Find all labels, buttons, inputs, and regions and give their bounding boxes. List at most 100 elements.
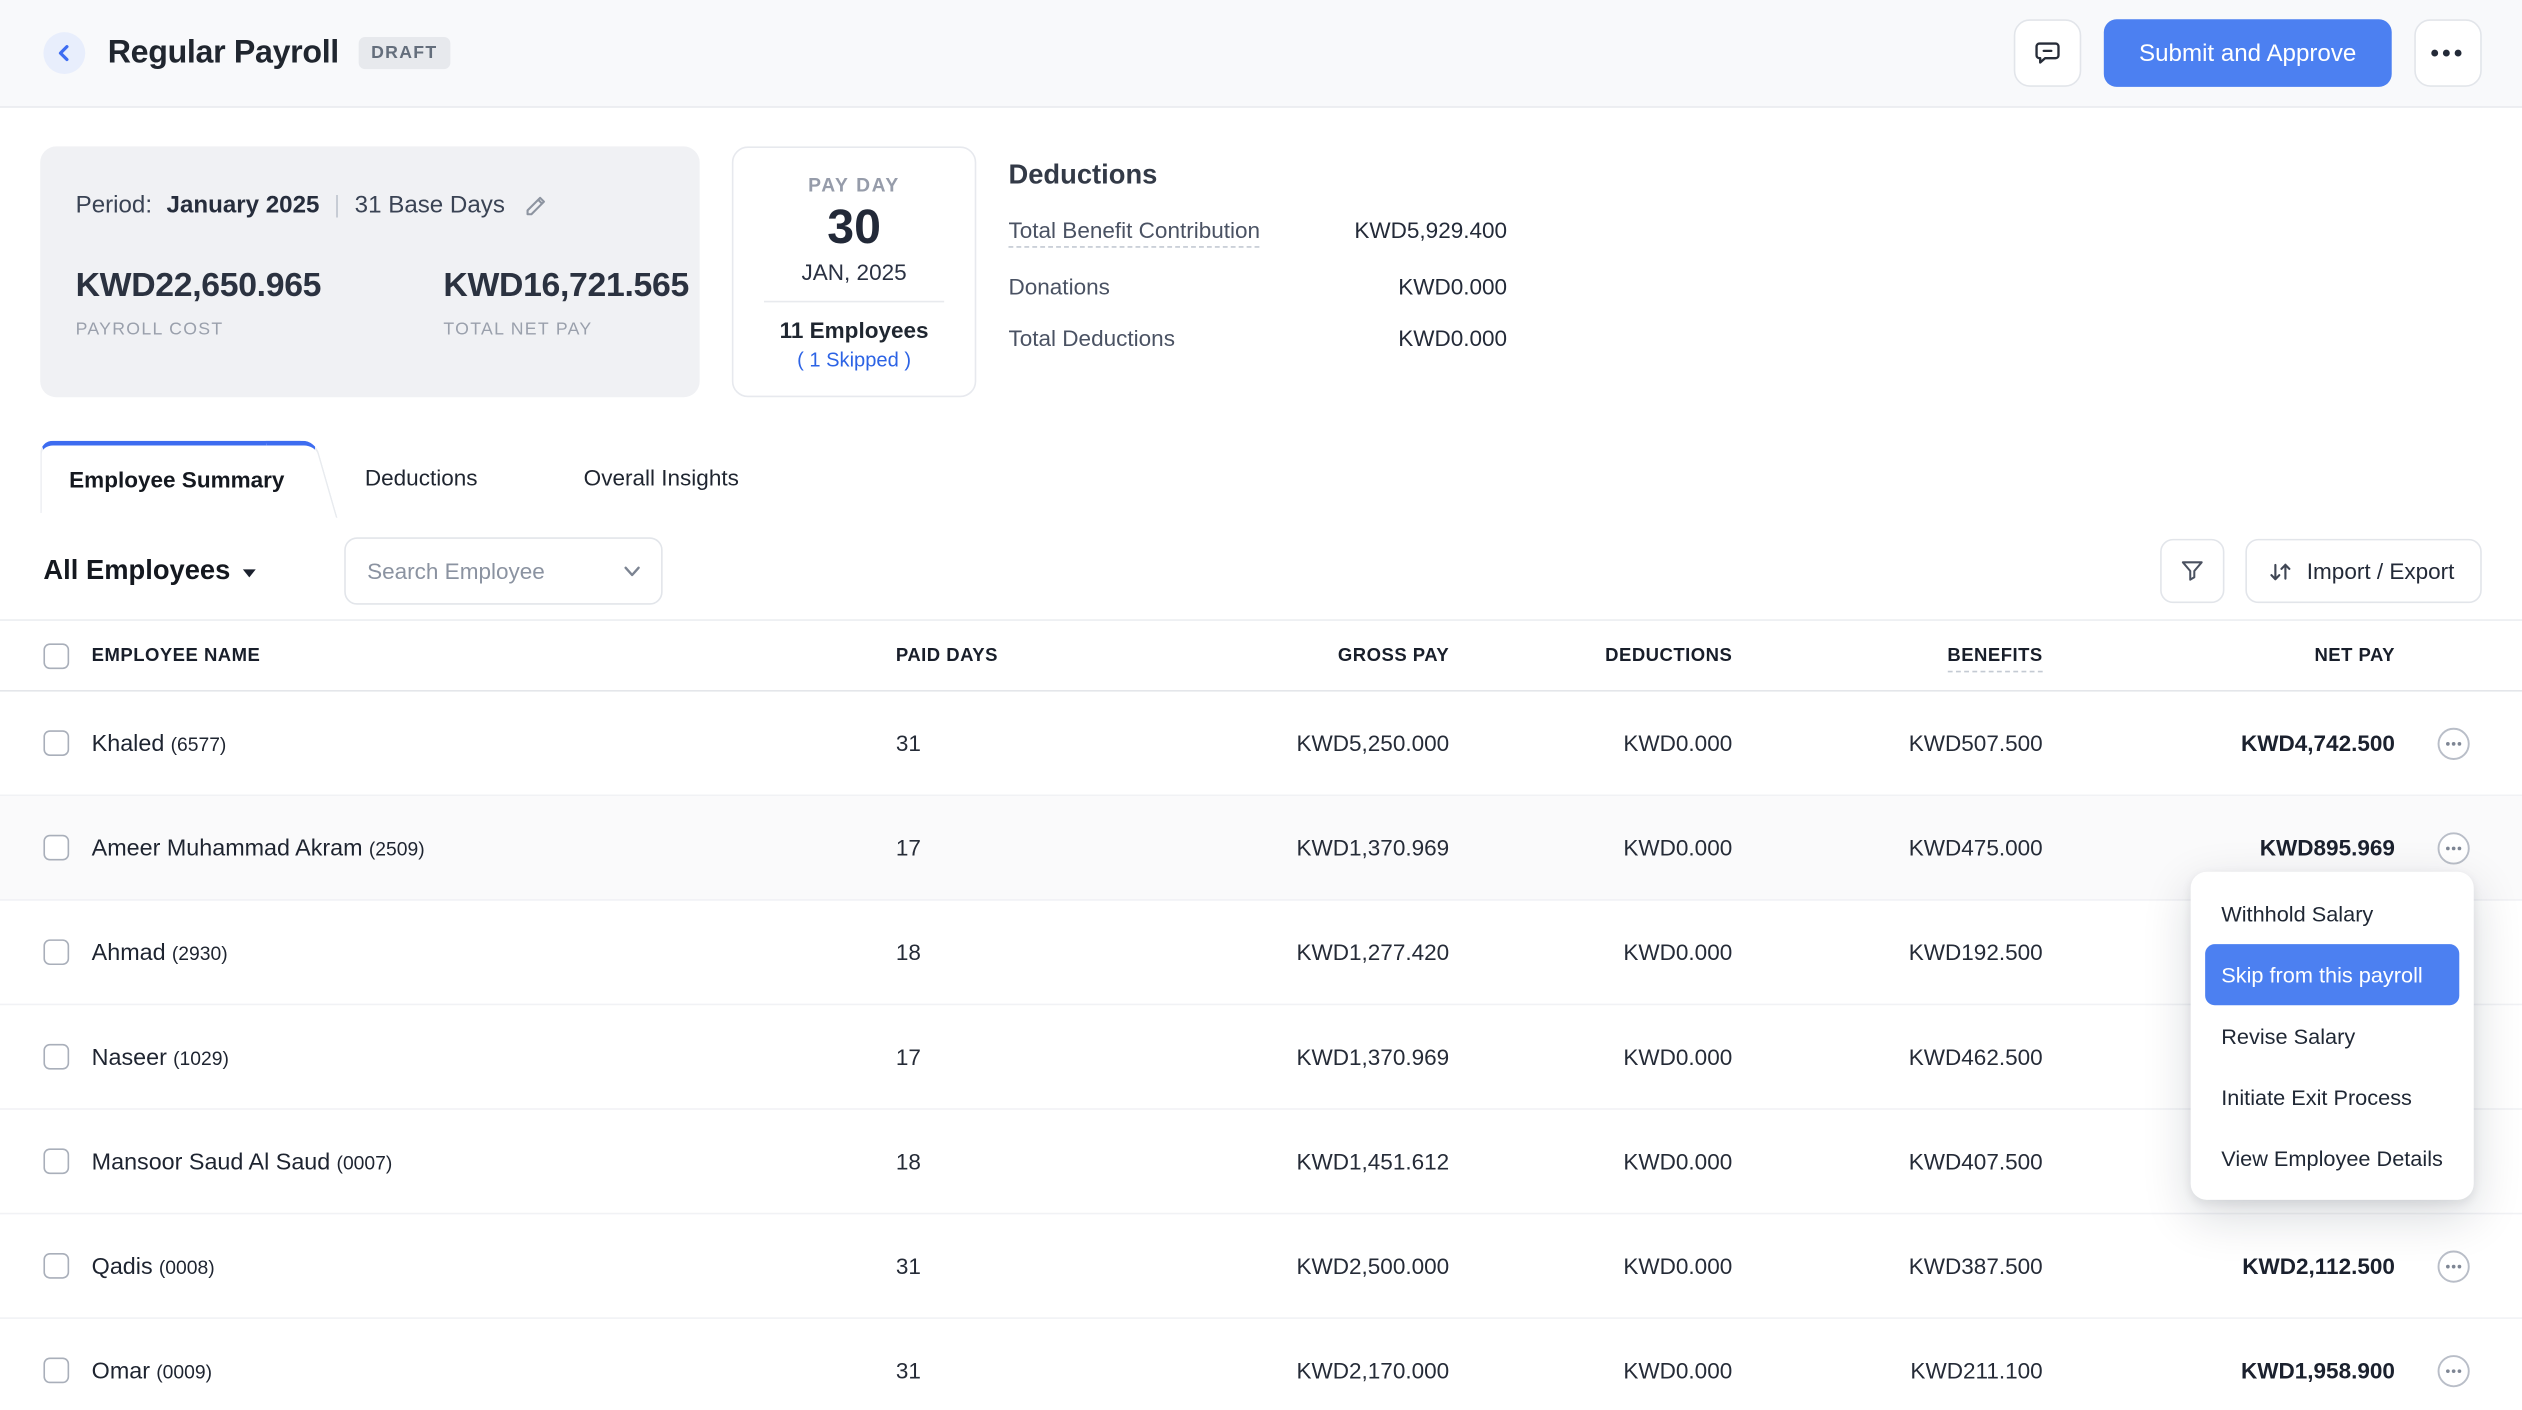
net-pay-cell: KWD4,742.500 [2240,730,2395,756]
import-export-label: Import / Export [2306,558,2455,584]
edit-icon[interactable] [523,192,549,218]
deduction-row: Donations KWD0.000 [1008,273,1507,299]
employee-code: (2509) [368,837,425,860]
employee-table: EMPLOYEE NAME PAID DAYS GROSS PAY DEDUCT… [0,619,2522,1410]
employee-code: (0007) [336,1150,393,1174]
payroll-cost-value: KWD22,650.965 [75,266,322,304]
deduction-label: Total Benefit Contribution [1008,217,1261,248]
deduction-value: KWD5,929.400 [1354,217,1508,243]
row-checkbox[interactable] [43,1148,70,1175]
base-days: 31 Base Days [354,191,505,219]
row-checkbox[interactable] [43,1357,70,1384]
page-title: Regular Payroll [107,34,340,70]
table-body: Khaled (6577) 31 KWD5,250.000 KWD0.000 K… [0,692,2522,1410]
paid-days-cell: 17 [895,1043,921,1070]
table-row[interactable]: Ahmad (2930) 18 KWD1,277.420 KWD0.000 KW… [0,901,2522,1006]
back-button[interactable] [43,32,86,74]
column-header-employee-name: EMPLOYEE NAME [91,645,261,666]
row-checkbox[interactable] [43,939,70,966]
pay-day-label: PAY DAY [808,173,900,197]
tab-label: Employee Summary [69,466,285,493]
employee-code: (1029) [173,1046,229,1069]
paid-days-cell: 31 [895,1357,921,1384]
paid-days-cell: 17 [895,834,921,861]
skipped-link[interactable]: ( 1 Skipped ) [797,349,911,372]
menu-item-initiate-exit-process[interactable]: Initiate Exit Process [2191,1066,2474,1127]
paid-days-cell: 18 [895,1148,921,1175]
table-row[interactable]: Mansoor Saud Al Saud (0007) 18 KWD1,451.… [0,1110,2522,1215]
deduction-value: KWD0.000 [1398,324,1508,351]
row-checkbox[interactable] [43,1252,70,1279]
gross-pay-cell: KWD1,370.969 [1296,1043,1450,1070]
table-row[interactable]: Qadis (0008) 31 KWD2,500.000 KWD0.000 KW… [0,1214,2522,1319]
menu-item-skip-from-this-payroll[interactable]: Skip from this payroll [2205,944,2460,1006]
employee-name: Khaled [91,731,165,757]
benefits-cell: KWD462.500 [1908,1043,2043,1070]
table-row[interactable]: Ameer Muhammad Akram (2509) 17 KWD1,370.… [0,796,2522,901]
deduction-label: Total Deductions [1008,324,1175,351]
benefits-cell: KWD507.500 [1908,730,2043,756]
divider [763,300,945,303]
filter-button[interactable] [2160,538,2225,604]
comments-button[interactable] [2013,19,2082,87]
tab-label: Deductions [364,464,478,490]
employee-name: Omar [91,1358,150,1385]
employee-filter-dropdown[interactable]: All Employees [43,554,257,587]
gross-pay-cell: KWD2,170.000 [1296,1357,1450,1384]
period-label: Period: [75,191,153,219]
employee-search-combobox[interactable] [344,537,664,605]
row-actions-button[interactable] [2437,1353,2471,1387]
tab-overall-insights[interactable]: Overall Insights [542,441,781,513]
gross-pay-cell: KWD2,500.000 [1296,1252,1450,1279]
chevron-down-icon [620,558,646,584]
paid-days-cell: 31 [895,1252,921,1279]
deductions-summary: Deductions Total Benefit Contribution KW… [1008,146,1507,397]
select-all-checkbox[interactable] [43,642,70,669]
table-controls: All Employees Import / Export [43,532,2482,609]
pay-day-month-year: JAN, 2025 [801,258,907,285]
comment-icon [2031,37,2063,69]
benefits-cell: KWD407.500 [1908,1148,2043,1175]
column-header-gross-pay: GROSS PAY [1337,645,1450,666]
row-checkbox[interactable] [43,834,70,861]
period-card: Period: January 2025 | 31 Base Days KWD2… [40,146,700,398]
employee-name: Mansoor Saud Al Saud [91,1149,331,1175]
net-pay-cell: KWD895.969 [2259,834,2395,861]
row-checkbox[interactable] [43,1043,70,1070]
search-input[interactable] [367,558,620,584]
column-header-benefits: BENEFITS [1732,645,2043,672]
benefits-cell: KWD211.100 [1910,1357,2043,1384]
employee-name: Qadis [91,1253,153,1280]
employee-name: Naseer [91,1044,167,1071]
benefits-cell: KWD475.000 [1908,834,2043,861]
paid-days-cell: 31 [895,730,921,756]
deductions-cell: KWD0.000 [1623,939,1733,966]
summary-section: Period: January 2025 | 31 Base Days KWD2… [40,146,2482,398]
gross-pay-cell: KWD1,451.612 [1296,1148,1450,1175]
payroll-cost-label: PAYROLL COST [75,320,224,340]
divider: | [333,191,341,219]
menu-item-view-employee-details[interactable]: View Employee Details [2191,1128,2474,1189]
table-row[interactable]: Naseer (1029) 17 KWD1,370.969 KWD0.000 K… [0,1005,2522,1110]
page-header: Regular Payroll DRAFT Submit and Approve… [0,0,2522,108]
table-header-row: EMPLOYEE NAME PAID DAYS GROSS PAY DEDUCT… [0,621,2522,692]
column-header-benefits-label: BENEFITS [1947,645,2043,672]
table-row[interactable]: Omar (0009) 31 KWD2,170.000 KWD0.000 KWD… [0,1319,2522,1410]
tab-deductions[interactable]: Deductions [323,441,519,513]
row-checkbox[interactable] [43,730,70,756]
menu-item-revise-salary[interactable]: Revise Salary [2191,1005,2474,1066]
benefits-cell: KWD192.500 [1908,939,2043,966]
import-export-button[interactable]: Import / Export [2245,538,2482,604]
deduction-row: Total Benefit Contribution KWD5,929.400 [1008,217,1507,248]
row-actions-button[interactable] [2437,726,2471,760]
row-actions-button[interactable] [2437,1249,2471,1283]
more-actions-button[interactable]: ••• [2414,19,2482,87]
tab-employee-summary[interactable]: Employee Summary [40,440,301,514]
submit-and-approve-button[interactable]: Submit and Approve [2103,19,2392,87]
row-actions-button[interactable] [2437,831,2471,865]
net-pay-cell: KWD1,958.900 [2240,1357,2395,1384]
table-row[interactable]: Khaled (6577) 31 KWD5,250.000 KWD0.000 K… [0,692,2522,797]
employee-filter-label: All Employees [43,554,231,586]
period-value: January 2025 [166,191,320,219]
menu-item-withhold-salary[interactable]: Withhold Salary [2191,883,2474,944]
